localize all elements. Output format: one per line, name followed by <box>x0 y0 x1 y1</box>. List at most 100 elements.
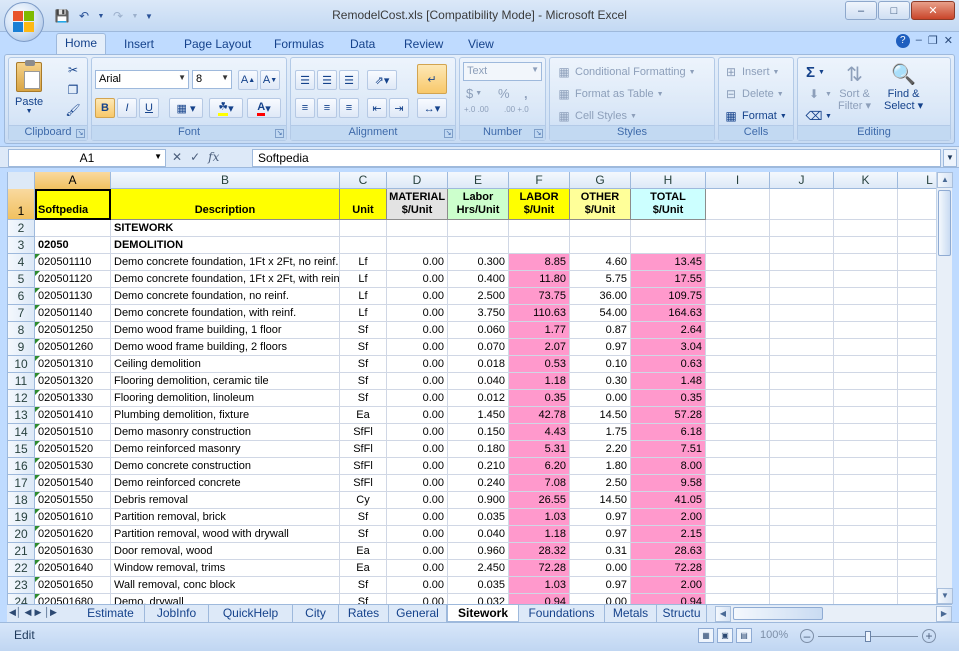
labor-cost-cell[interactable]: 4.43 <box>509 424 570 441</box>
sheet-tab-jobinfo[interactable]: JobInfo <box>145 605 209 622</box>
material-cost-cell[interactable]: 0.00 <box>387 509 448 526</box>
item-description-cell[interactable]: Demo. drywall <box>111 594 340 604</box>
cell[interactable] <box>770 458 834 475</box>
cell[interactable] <box>706 189 770 220</box>
cell[interactable] <box>898 475 936 492</box>
other-cost-cell[interactable]: 54.00 <box>570 305 631 322</box>
cell[interactable] <box>898 594 936 604</box>
cell[interactable] <box>898 356 936 373</box>
item-code-cell[interactable]: 020501540 <box>35 475 111 492</box>
enter-icon[interactable]: ✓ <box>190 150 200 164</box>
item-description-cell[interactable]: Debris removal <box>111 492 340 509</box>
sheet-tab-rates[interactable]: Rates <box>339 605 389 622</box>
cell[interactable] <box>706 577 770 594</box>
cut-button[interactable]: ✂ <box>65 62 84 78</box>
item-code-cell[interactable]: 020501320 <box>35 373 111 390</box>
autosum-button[interactable]: Σ ▼ <box>806 64 825 81</box>
ribbon-minimize-icon[interactable]: – <box>916 34 922 48</box>
cell[interactable] <box>834 373 898 390</box>
orientation-icon[interactable]: ⇗▾ <box>367 70 397 90</box>
other-cost-cell[interactable]: 0.97 <box>570 577 631 594</box>
cell[interactable] <box>770 441 834 458</box>
cell[interactable] <box>898 509 936 526</box>
paste-button[interactable]: Paste ▼ <box>15 60 43 115</box>
row-header[interactable]: 8 <box>8 322 35 339</box>
column-header-e[interactable]: E <box>448 172 509 189</box>
item-unit-cell[interactable]: Sf <box>340 577 387 594</box>
cell[interactable] <box>898 390 936 407</box>
material-cost-cell[interactable]: 0.00 <box>387 424 448 441</box>
row-header[interactable]: 20 <box>8 526 35 543</box>
total-cost-cell[interactable]: 6.18 <box>631 424 706 441</box>
copy-button[interactable]: ❐ <box>65 82 84 98</box>
row-header[interactable]: 3 <box>8 237 35 254</box>
scroll-left-icon[interactable]: ◀ <box>715 606 731 622</box>
row-header[interactable]: 22 <box>8 560 35 577</box>
labor-cost-cell[interactable]: 73.75 <box>509 288 570 305</box>
item-code-cell[interactable]: 020501410 <box>35 407 111 424</box>
cell[interactable] <box>834 220 898 237</box>
item-code-cell[interactable]: 020501510 <box>35 424 111 441</box>
material-cost-cell[interactable]: 0.00 <box>387 475 448 492</box>
cell[interactable] <box>706 271 770 288</box>
labor-hours-cell[interactable]: 3.750 <box>448 305 509 322</box>
decrease-indent-icon[interactable]: ⇤ <box>367 98 387 118</box>
header-cell-c[interactable]: Unit <box>340 189 387 220</box>
item-code-cell[interactable]: 020501640 <box>35 560 111 577</box>
item-unit-cell[interactable]: Sf <box>340 594 387 604</box>
item-unit-cell[interactable]: Sf <box>340 373 387 390</box>
zoom-level[interactable]: 100% <box>760 629 788 641</box>
number-launcher-icon[interactable]: ↘ <box>534 129 543 138</box>
labor-hours-cell[interactable]: 0.070 <box>448 339 509 356</box>
borders-icon[interactable]: ▦ ▾ <box>169 98 203 118</box>
labor-hours-cell[interactable]: 0.018 <box>448 356 509 373</box>
insert-cells-button[interactable]: ⊞ Insert ▼ <box>723 64 779 80</box>
item-unit-cell[interactable]: Ea <box>340 407 387 424</box>
cell[interactable] <box>770 407 834 424</box>
cell[interactable] <box>706 424 770 441</box>
cell[interactable] <box>770 390 834 407</box>
item-code-cell[interactable]: 020501550 <box>35 492 111 509</box>
column-header-d[interactable]: D <box>387 172 448 189</box>
find-select-button[interactable]: 🔍 Find & Select ▾ <box>884 62 923 112</box>
font-size-combo[interactable]: 8 ▼ <box>192 70 232 89</box>
sheet-tab-general[interactable]: General <box>389 605 447 622</box>
sheet-tab-structu[interactable]: Structu <box>657 605 707 622</box>
labor-hours-cell[interactable]: 0.960 <box>448 543 509 560</box>
cell[interactable] <box>706 339 770 356</box>
vertical-scrollbar[interactable]: ▲ ▼ <box>936 172 953 604</box>
cell[interactable] <box>834 322 898 339</box>
total-cost-cell[interactable]: 9.58 <box>631 475 706 492</box>
zoom-out-icon[interactable]: – <box>800 629 814 643</box>
labor-cost-cell[interactable]: 0.53 <box>509 356 570 373</box>
item-description-cell[interactable]: Demo wood frame building, 2 floors <box>111 339 340 356</box>
labor-hours-cell[interactable]: 0.012 <box>448 390 509 407</box>
other-cost-cell[interactable]: 0.30 <box>570 373 631 390</box>
cell[interactable] <box>834 254 898 271</box>
increase-indent-icon[interactable]: ⇥ <box>389 98 409 118</box>
cell[interactable] <box>631 220 706 237</box>
header-cell-h[interactable]: TOTAL $/Unit <box>631 189 706 220</box>
item-unit-cell[interactable]: SfFl <box>340 458 387 475</box>
align-middle-icon[interactable]: ☰ <box>317 70 337 90</box>
cell[interactable] <box>387 237 448 254</box>
row-header[interactable]: 16 <box>8 458 35 475</box>
minimize-icon[interactable]: – <box>845 1 877 20</box>
other-cost-cell[interactable]: 0.00 <box>570 560 631 577</box>
column-header-c[interactable]: C <box>340 172 387 189</box>
underline-icon[interactable]: U <box>139 98 159 118</box>
cell[interactable] <box>898 526 936 543</box>
material-cost-cell[interactable]: 0.00 <box>387 577 448 594</box>
tab-insert[interactable]: Insert <box>116 35 162 54</box>
row-header[interactable]: 10 <box>8 356 35 373</box>
total-cost-cell[interactable]: 41.05 <box>631 492 706 509</box>
cell[interactable] <box>834 288 898 305</box>
office-button[interactable] <box>4 2 44 42</box>
cell[interactable] <box>770 475 834 492</box>
zoom-slider[interactable]: – + <box>800 629 940 645</box>
cell[interactable] <box>834 526 898 543</box>
name-box[interactable]: A1 ▼ <box>8 149 166 167</box>
item-code-cell[interactable]: 020501120 <box>35 271 111 288</box>
labor-cost-cell[interactable]: 6.20 <box>509 458 570 475</box>
row-header[interactable]: 17 <box>8 475 35 492</box>
